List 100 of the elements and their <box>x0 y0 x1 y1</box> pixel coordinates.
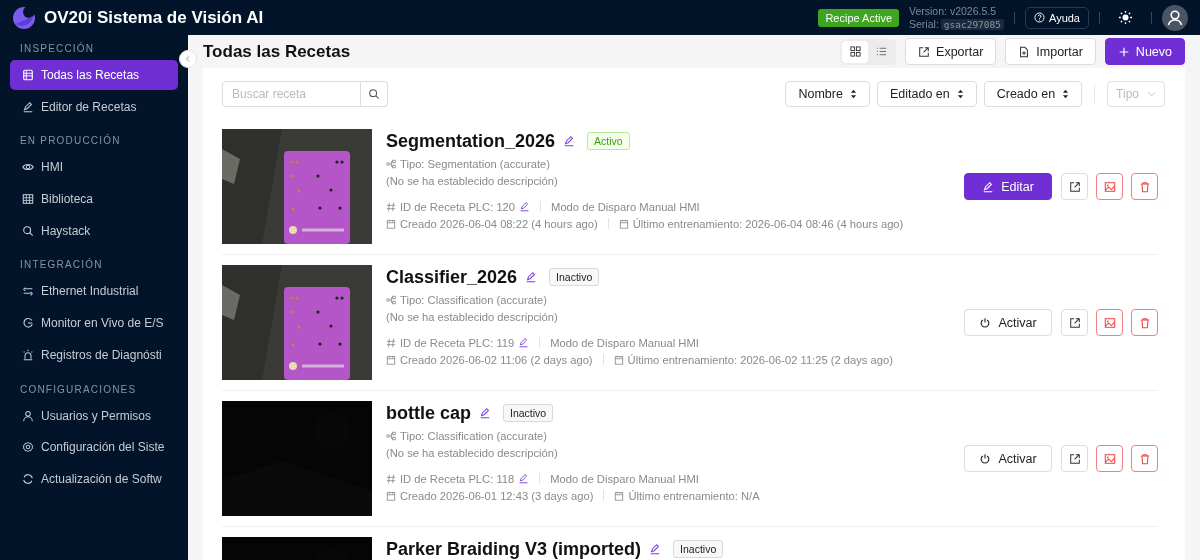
sort-button[interactable]: Creado en <box>983 81 1083 107</box>
image-button[interactable] <box>1096 445 1123 472</box>
sidebar-item[interactable]: Registros de Diagnósti <box>10 339 178 370</box>
trigger-mode-text: Modo de Disparo Manual HMI <box>550 336 699 349</box>
pen-icon <box>982 180 995 193</box>
activate-button[interactable]: Activar <box>964 445 1052 472</box>
collapse-button[interactable] <box>179 50 197 68</box>
last-training-date: Último entrenamiento: 2026-06-02 11:25 (2 days ago) <box>627 353 893 366</box>
app-title: OV20i Sistema de Visión AI <box>44 7 264 28</box>
plc-id-text: ID de Receta PLC: 118 <box>400 472 515 485</box>
version-text: Version: v2026.5.5 <box>909 5 997 17</box>
grid-view-button[interactable] <box>842 40 869 63</box>
export-recipe-button[interactable] <box>1061 309 1088 336</box>
swap-arrows-icon <box>22 285 34 298</box>
pen-icon[interactable] <box>563 135 576 147</box>
sun-icon[interactable] <box>1118 10 1133 25</box>
hash-icon <box>386 473 396 484</box>
pen-icon[interactable] <box>518 473 530 484</box>
file-plus-icon <box>1018 45 1031 58</box>
status-badge: Inactivo <box>503 404 554 422</box>
grid-icon <box>849 46 861 57</box>
trigger-mode-text: Modo de Disparo Manual HMI <box>550 472 699 485</box>
power-icon <box>979 316 992 329</box>
sort-icon <box>1062 88 1070 100</box>
delete-button[interactable] <box>1131 309 1158 336</box>
search-field[interactable]: Buscar receta <box>222 81 361 107</box>
user-icon <box>22 409 34 422</box>
nodes-icon <box>386 294 396 305</box>
sidebar-item[interactable]: Biblioteca <box>10 184 178 215</box>
pen-icon[interactable] <box>518 337 530 348</box>
export-icon <box>1068 452 1081 465</box>
status-badge: Activo <box>587 132 630 150</box>
export-button[interactable]: Exportar <box>905 38 997 65</box>
delete-button[interactable] <box>1131 445 1158 472</box>
recipe-status-badge: Recipe Active <box>818 8 900 27</box>
list-icon <box>875 46 887 57</box>
last-training-date: Último entrenamiento: N/A <box>628 489 760 502</box>
help-button[interactable]: Ayuda <box>1025 6 1089 29</box>
recipe-name: Parker Braiding V3 (imported) <box>386 538 642 560</box>
plc-id-text: ID de Receta PLC: 120 <box>400 200 516 213</box>
recipe-name: Classifier_2026 <box>386 266 518 288</box>
new-button[interactable]: Nuevo <box>1104 38 1185 65</box>
search-icon <box>22 224 34 237</box>
created-date: Creado 2026-06-01 12:43 (3 days ago) <box>400 489 594 502</box>
sidebar-item[interactable]: Usuarios y Permisos <box>10 400 178 431</box>
export-icon <box>918 45 931 58</box>
calendar-icon <box>386 218 396 229</box>
pen-icon[interactable] <box>519 201 531 212</box>
sort-button[interactable]: Editado en <box>876 81 977 107</box>
sidebar-item[interactable]: Todas las Recetas <box>10 60 178 90</box>
image-icon <box>1103 316 1116 329</box>
sidebar-item[interactable]: HMI <box>10 152 178 183</box>
pen-icon[interactable] <box>649 543 662 555</box>
alarm-icon <box>22 348 34 361</box>
recipe-name: Segmentation_2026 <box>386 130 556 152</box>
question-icon <box>1034 12 1045 23</box>
calendar-icon <box>614 490 625 501</box>
nodes-icon <box>386 158 396 169</box>
export-icon <box>1068 180 1081 193</box>
sidebar-item[interactable]: Ethernet Industrial <box>10 276 178 307</box>
avatar-icon[interactable] <box>1162 4 1188 31</box>
trash-icon <box>1138 452 1151 465</box>
delete-button[interactable] <box>1131 173 1158 200</box>
sidebar-item[interactable]: Monitor en Vivo de E/S <box>10 308 178 339</box>
serial-label: Serial: <box>909 18 939 30</box>
status-badge: Inactivo <box>549 268 600 286</box>
image-button[interactable] <box>1096 309 1123 336</box>
edit-button[interactable]: Editar <box>964 173 1052 200</box>
calendar-icon <box>386 354 396 365</box>
search-icon <box>368 88 380 100</box>
sort-button[interactable]: Nombre <box>785 81 870 107</box>
sidebar-item[interactable]: Haystack <box>10 215 178 246</box>
plus-icon <box>1117 45 1130 58</box>
pen-icon[interactable] <box>525 271 538 283</box>
activate-button[interactable]: Activar <box>964 309 1052 336</box>
chevron-left-icon <box>184 55 192 63</box>
trigger-mode-text: Modo de Disparo Manual HMI <box>551 200 700 213</box>
recipe-type: Tipo: Segmentation (accurate) <box>400 157 551 170</box>
recipe-type: Tipo: Classification (accurate) <box>400 293 547 306</box>
sidebar-item[interactable]: Actualización de Softw <box>10 463 178 494</box>
pen-icon[interactable] <box>479 407 491 419</box>
export-recipe-button[interactable] <box>1061 445 1088 472</box>
export-recipe-button[interactable] <box>1061 173 1088 200</box>
import-button[interactable]: Importar <box>1005 38 1096 65</box>
sidebar-item[interactable]: Editor de Recetas <box>10 91 178 122</box>
pen-icon <box>22 100 34 113</box>
trash-icon <box>1138 316 1151 329</box>
recipe-description: (No se ha establecido descripción) <box>386 446 558 459</box>
section-heading: CONFIGURACIONES <box>19 383 138 395</box>
page-title: Todas las Recetas <box>203 41 351 62</box>
created-date: Creado 2026-06-02 11:06 (2 days ago) <box>400 353 593 366</box>
table-icon <box>22 193 34 206</box>
sidebar-item[interactable]: Configuración del Siste <box>10 432 178 463</box>
power-icon <box>979 452 992 465</box>
image-icon <box>1103 452 1116 465</box>
section-heading: EN PRODUCCIÓN <box>19 135 122 147</box>
search-button[interactable] <box>361 81 388 107</box>
recipe-description: (No se ha establecido descripción) <box>386 174 558 187</box>
image-button[interactable] <box>1096 173 1123 200</box>
hash-icon <box>386 337 396 348</box>
